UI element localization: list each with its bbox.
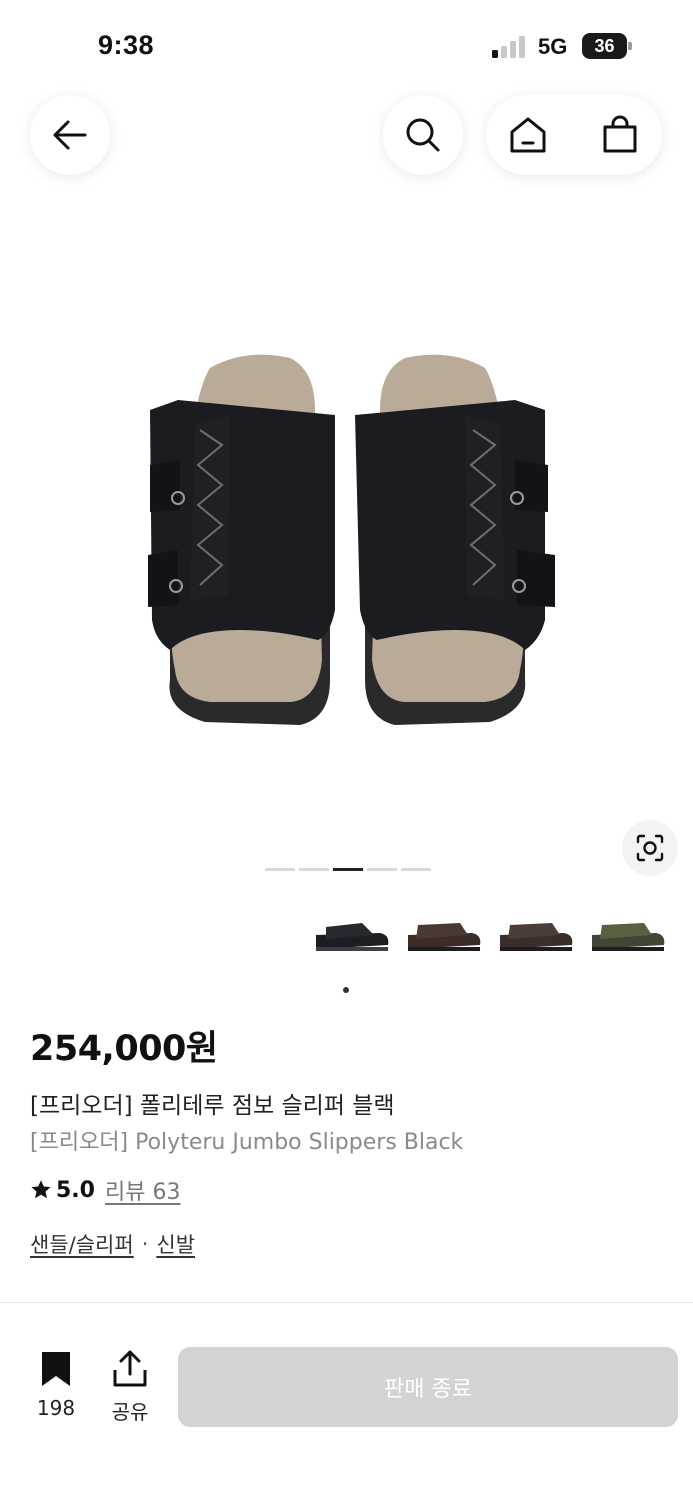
battery-icon: 36 <box>582 33 632 59</box>
search-button[interactable] <box>383 95 463 175</box>
right-slipper <box>355 354 555 725</box>
cart-button[interactable] <box>594 109 646 161</box>
network-label: 5G <box>538 34 568 59</box>
bottom-action-bar: 198 공유 판매 종료 <box>0 1332 693 1500</box>
bookmark-button[interactable]: 198 <box>28 1350 84 1420</box>
bookmark-icon <box>42 1352 70 1386</box>
pager-segment <box>401 868 431 871</box>
star-icon <box>31 1180 51 1199</box>
thumbnail-black[interactable] <box>312 905 392 975</box>
category-link-shoes[interactable]: 신발 <box>156 1229 195 1259</box>
product-title: [프리오더] 폴리테루 점보 슬리퍼 블랙 <box>30 1093 395 1119</box>
category-separator: · <box>141 1232 149 1256</box>
bookmark-count: 198 <box>36 1396 76 1420</box>
product-title-english: [프리오더] Polyteru Jumbo Slippers Black <box>30 1130 464 1155</box>
shopping-bag-icon <box>603 115 637 153</box>
thumbnail-dark-brown[interactable] <box>496 905 576 975</box>
status-time: 9:38 <box>98 30 155 60</box>
pager-segment <box>367 868 397 871</box>
battery-level: 36 <box>582 33 627 59</box>
home-button[interactable] <box>502 109 554 161</box>
signal-icon <box>492 36 525 58</box>
nav-pill <box>486 95 662 175</box>
visual-search-icon <box>636 834 664 862</box>
category-link-sandals[interactable]: 샌들/슬리퍼 <box>30 1229 134 1259</box>
visual-search-button[interactable] <box>622 820 678 876</box>
pager-segment <box>265 868 295 871</box>
section-divider <box>0 1302 693 1303</box>
sold-out-button[interactable]: 판매 종료 <box>178 1347 678 1427</box>
search-icon <box>406 118 440 152</box>
share-label: 공유 <box>111 1400 149 1424</box>
thumbnail-brown[interactable] <box>404 905 484 975</box>
color-thumbnails <box>300 905 693 975</box>
status-bar: 9:38 5G 36 <box>0 0 693 80</box>
rating-score: 5.0 <box>56 1177 95 1203</box>
pager-segment-active <box>333 868 363 871</box>
image-pager <box>265 868 431 871</box>
rating-row: 5.0 리뷰 63 <box>30 1174 180 1206</box>
left-slipper <box>148 354 335 725</box>
product-price: 254,000원 <box>30 1029 218 1069</box>
share-icon <box>113 1350 147 1387</box>
pager-segment <box>299 868 329 871</box>
thumbnail-indicator <box>343 987 349 993</box>
thumbnail-olive[interactable] <box>588 905 668 975</box>
review-link[interactable]: 리뷰 63 <box>105 1174 180 1206</box>
home-icon <box>510 117 546 153</box>
share-button[interactable]: 공유 <box>102 1350 158 1425</box>
arrow-left-icon <box>53 120 87 150</box>
product-image[interactable] <box>0 240 693 840</box>
back-button[interactable] <box>30 95 110 175</box>
category-breadcrumb: 샌들/슬리퍼 · 신발 <box>30 1229 195 1259</box>
